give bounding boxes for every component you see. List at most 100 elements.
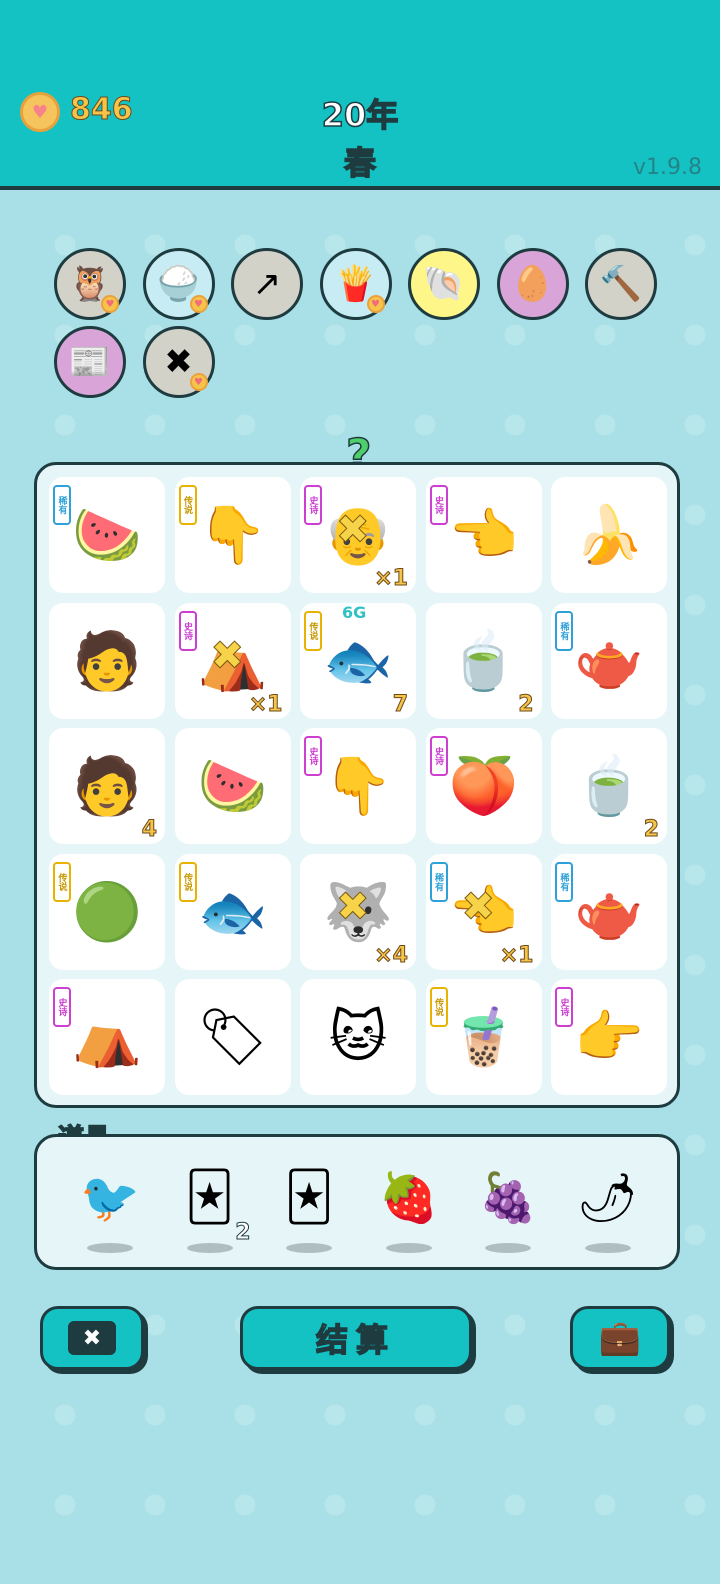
- hammer-icon[interactable]: 🔨: [585, 248, 657, 320]
- heart-badge-icon: ♥: [366, 295, 385, 313]
- briefcase-button[interactable]: 💼: [570, 1306, 670, 1370]
- banana-icon: 🍌: [574, 503, 644, 568]
- rarity-tag: 史诗: [304, 485, 322, 525]
- cell-count: ×1: [499, 942, 534, 968]
- heart-badge-icon: ♥: [189, 295, 208, 313]
- bayberry-icon[interactable]: 🍇: [473, 1159, 543, 1253]
- briefcase-icon: 💼: [598, 1318, 642, 1358]
- board-cell[interactable]: 🍉 稀有: [49, 477, 165, 593]
- prop-shadow: [584, 1243, 631, 1253]
- koi-fish-icon: 🐟: [197, 879, 268, 945]
- board-cell[interactable]: 🫖 稀有: [551, 602, 667, 719]
- tea-bag-icon: 🏷: [196, 1005, 269, 1070]
- man-face-icon: 🧑: [72, 628, 142, 694]
- prop-shadow: [186, 1243, 233, 1253]
- board-cell[interactable]: 👉 史诗: [551, 979, 667, 1095]
- board-cell[interactable]: 👈 史诗: [425, 477, 542, 593]
- rarity-tag: 传说: [429, 987, 448, 1027]
- cell-count: 4: [141, 817, 157, 843]
- cell-count: ×1: [374, 566, 409, 592]
- rare-cards-icon[interactable]: 🃏 2: [175, 1159, 251, 1253]
- board-cell[interactable]: 🟢 传说: [49, 853, 165, 970]
- chili-pepper-icon[interactable]: 🌶: [573, 1159, 643, 1253]
- rarity-tag: 传说: [53, 861, 71, 902]
- board-cell[interactable]: 🍑 史诗: [425, 728, 542, 844]
- prop-shadow: [286, 1243, 332, 1253]
- cell-count: 2: [518, 691, 534, 717]
- watermelon-slice-icon: 🍉: [197, 754, 268, 819]
- time-magazine-icon[interactable]: 📰: [54, 326, 126, 398]
- signal-badge: 6G: [342, 602, 367, 622]
- rarity-tag: 史诗: [178, 610, 197, 651]
- rarity-tag: 史诗: [304, 736, 322, 776]
- teapot-icon: 🫖: [574, 879, 644, 945]
- egg-icon[interactable]: 🥚: [496, 248, 569, 320]
- board-cell[interactable]: 🧋 传说: [425, 979, 542, 1095]
- skip-button[interactable]: ✖: [40, 1306, 144, 1370]
- rarity-tag: 稀有: [555, 610, 573, 651]
- bubble-tea-icon: 🧋: [448, 1005, 519, 1070]
- year-label: 20年: [321, 95, 399, 135]
- arrow-up-card-icon[interactable]: ↗: [231, 248, 303, 320]
- rarity-tag: 传说: [304, 610, 322, 651]
- owl-icon[interactable]: 🦉 ♥: [54, 248, 126, 320]
- board-cell[interactable]: 🧑: [49, 602, 165, 719]
- rarity-tag: 传说: [178, 861, 197, 902]
- remove-mark-icon: ✖: [210, 632, 245, 679]
- board-cell[interactable]: 🍌: [551, 477, 667, 593]
- rarity-tag: 传说: [178, 485, 197, 525]
- tea-bowl-icon: 🍵: [574, 754, 644, 819]
- shell-icon[interactable]: 🐚: [408, 248, 480, 320]
- board-cell[interactable]: 🍵 2: [425, 602, 542, 719]
- board-cell[interactable]: 🏷: [174, 979, 291, 1095]
- pointing-hand-icon: 👉: [574, 1005, 644, 1070]
- board-cell[interactable]: 🐺 ✖ ×4: [300, 853, 416, 970]
- board-cell[interactable]: 🐟 传说 6G 7: [300, 602, 416, 719]
- board-cell[interactable]: ⛺ 史诗 ✖ ×1: [174, 602, 291, 719]
- rarity-tag: 稀有: [555, 861, 573, 902]
- skip-card-icon[interactable]: ✖ ♥: [142, 326, 215, 398]
- board-cell[interactable]: 🫖 稀有: [551, 853, 667, 970]
- props-panel: 🐦 🃏 2 🃏 🍓 🍇 🌶: [34, 1134, 680, 1270]
- rarity-tag: 稀有: [429, 861, 448, 902]
- teapot-icon: 🫖: [574, 628, 644, 694]
- epic-cards-icon[interactable]: 🃏: [274, 1159, 344, 1253]
- cell-count: 2: [643, 817, 659, 843]
- cell-count: ×4: [374, 942, 409, 968]
- remove-mark-icon: ✖: [336, 883, 371, 930]
- prop-shadow: [485, 1243, 531, 1253]
- pointing-finger-gray-icon: 👈: [448, 503, 519, 568]
- board-cell[interactable]: 🍵 2: [551, 728, 667, 844]
- rarity-tag: 史诗: [53, 987, 71, 1027]
- board-cell[interactable]: 👴 史诗 ✖ ×1: [300, 477, 416, 593]
- cat-icon: 🐱: [328, 1004, 388, 1070]
- top-bar: ♥ 846 20年 春 v1.9.8: [0, 0, 720, 190]
- settle-button[interactable]: 结算: [240, 1306, 472, 1370]
- board-cell[interactable]: 🧑 4: [49, 728, 165, 844]
- fries-icon[interactable]: 🍟 ♥: [319, 248, 392, 320]
- rarity-tag: 史诗: [429, 736, 448, 776]
- pointing-finger-gold-icon: 👇: [197, 503, 268, 568]
- prop-shadow: [385, 1243, 432, 1253]
- prop-count: 2: [235, 1220, 251, 1246]
- strawberry-icon[interactable]: 🍓: [374, 1159, 444, 1253]
- board-cell[interactable]: 🐟 传说: [174, 853, 291, 970]
- rarity-tag: 史诗: [555, 987, 573, 1027]
- heart-badge-icon: ♥: [189, 373, 208, 391]
- board-cell[interactable]: 👈 稀有 ✖ ×1: [425, 853, 542, 970]
- board-cell[interactable]: 🍉: [174, 728, 291, 844]
- season-label: 春: [343, 143, 377, 183]
- skip-icon: ✖: [68, 1321, 116, 1355]
- heart-badge-icon: ♥: [101, 295, 119, 313]
- pointing-finger-gray-icon: 👇: [323, 754, 393, 819]
- peach-icon: 🍑: [448, 754, 519, 819]
- board-cell[interactable]: 👇 传说: [174, 477, 291, 593]
- version-label: v1.9.8: [633, 155, 702, 180]
- cell-count: ×1: [248, 691, 283, 717]
- rice-bowl-icon[interactable]: 🍚 ♥: [142, 248, 215, 320]
- prop-shadow: [87, 1243, 133, 1253]
- board-cell[interactable]: 🐱: [300, 979, 416, 1095]
- board-cell[interactable]: 👇 史诗: [300, 728, 416, 844]
- white-bird-icon[interactable]: 🐦: [75, 1159, 145, 1253]
- board-cell[interactable]: ⛺ 史诗: [49, 979, 165, 1095]
